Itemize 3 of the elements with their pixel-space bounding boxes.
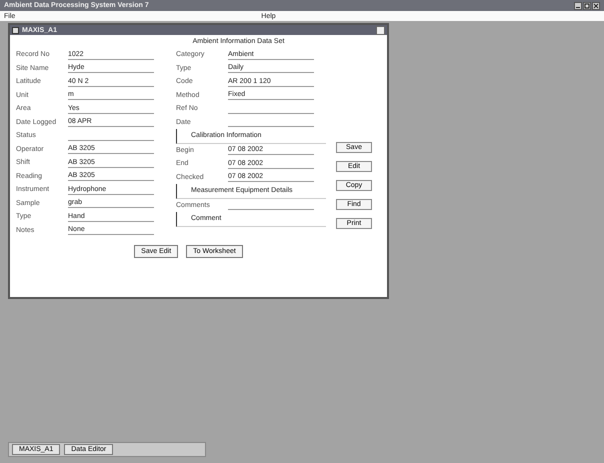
window-icon	[12, 26, 19, 34]
minimize-icon[interactable]	[574, 2, 582, 10]
maximize-icon[interactable]	[583, 2, 591, 10]
